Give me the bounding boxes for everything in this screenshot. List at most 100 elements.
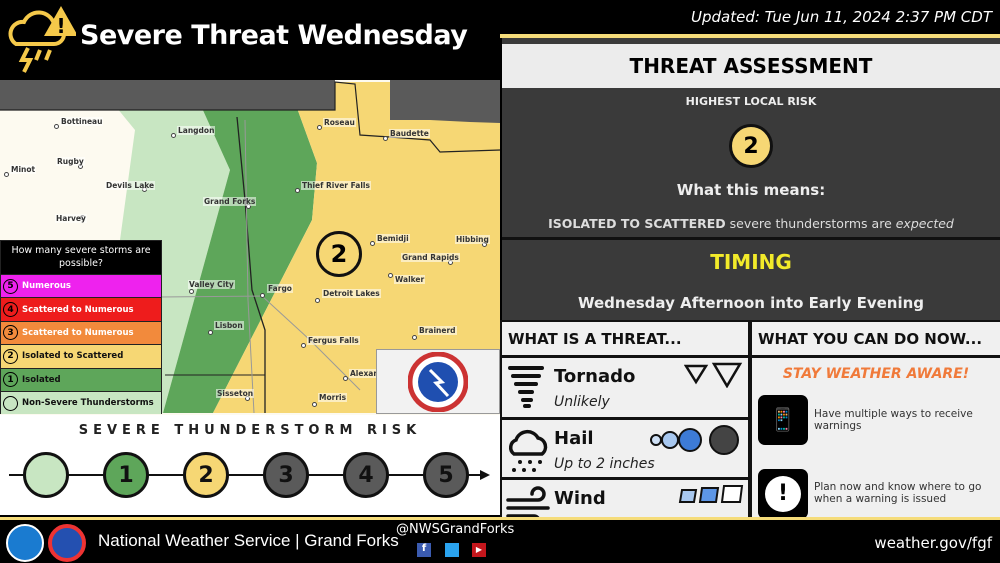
timing-title: TIMING	[710, 250, 792, 274]
magnitude-icon	[678, 484, 744, 510]
city-label: Hibbing	[455, 235, 490, 244]
city-label: Walker	[394, 275, 426, 284]
threat-name: Tornado	[554, 366, 636, 387]
risk-level-2: 2	[183, 452, 229, 498]
city-dot	[260, 293, 265, 298]
legend-label: Isolated	[22, 374, 61, 385]
svg-text:!: !	[56, 14, 65, 38]
threat-hail: Hail Up to 2 inches	[502, 420, 748, 477]
city-dot	[412, 335, 417, 340]
city-dot	[208, 330, 213, 335]
legend-label: Scattered to Numerous	[22, 327, 134, 338]
nws-logo	[376, 349, 500, 414]
noaa-logo	[6, 524, 44, 562]
magnitude-icon	[648, 424, 744, 460]
footer: National Weather Service | Grand Forks @…	[0, 517, 1000, 563]
tornado-icon	[506, 362, 546, 414]
legend-item: 3 Scattered to Numerous	[1, 320, 161, 345]
risk-scale-title: SEVERE THUNDERSTORM RISK	[78, 423, 422, 438]
timing-value: Wednesday Afternoon into Early Evening	[577, 294, 925, 312]
legend-item: 5 Numerous	[1, 274, 161, 298]
city-label: Sisseton	[216, 389, 255, 398]
legend-number: 1	[3, 372, 18, 388]
arrow-icon	[480, 470, 490, 480]
exclamation-icon: !	[758, 469, 808, 519]
city-label: Detroit Lakes	[322, 289, 381, 298]
legend-label: Scattered to Numerous	[22, 304, 134, 315]
risk-level-4: 4	[343, 452, 389, 498]
city-label: Minot	[10, 165, 37, 174]
social-handle[interactable]: @NWSGrandForks	[396, 522, 514, 537]
legend-label: Non-Severe Thunderstorms	[22, 398, 154, 409]
city-dot	[383, 136, 388, 141]
city-dot	[189, 289, 194, 294]
magnitude-icon	[683, 362, 744, 392]
assessment-title: THREAT ASSESSMENT	[502, 44, 1000, 88]
legend-number	[3, 395, 18, 411]
means-em: expected	[895, 216, 954, 231]
actions-header: WHAT YOU CAN DO NOW...	[752, 322, 1000, 355]
risk-level-1: 1	[103, 452, 149, 498]
outside-area	[390, 80, 500, 123]
map-risk-label: 2	[316, 231, 362, 277]
city-dot	[315, 298, 320, 303]
city-label: Brainerd	[418, 326, 457, 335]
legend-number: 4	[3, 302, 18, 318]
city-label: Grand Rapids	[401, 253, 460, 262]
action-text: Plan now and know where to go when a war…	[814, 481, 982, 505]
legend-item: Non-Severe Thunderstorms	[1, 390, 161, 415]
means-text: ISOLATED TO SCATTERED severe thunderstor…	[502, 216, 1000, 231]
city-label: Fargo	[267, 284, 293, 293]
city-label: Grand Forks	[203, 197, 257, 206]
youtube-icon[interactable]: ▶	[472, 543, 486, 557]
office-name: National Weather Service | Grand Forks	[98, 531, 399, 550]
city-label: Langdon	[177, 126, 216, 135]
header-icon: !	[6, 4, 78, 80]
legend-item: 2 Isolated to Scattered	[1, 344, 161, 368]
legend-item: 1 Isolated	[1, 367, 161, 391]
phone-alert-icon: 📱	[758, 395, 808, 445]
legend-number: 2	[3, 348, 18, 364]
city-label: Fergus Falls	[307, 336, 360, 345]
city-dot	[317, 125, 322, 130]
threat-name: Hail	[554, 428, 594, 449]
city-label: Thief River Falls	[301, 181, 371, 190]
legend-number: 5	[3, 278, 18, 294]
city-label: Rugby	[56, 157, 85, 166]
website-link[interactable]: weather.gov/fgf	[874, 534, 992, 552]
hail-cloud-icon	[506, 424, 550, 478]
risk-level-5: 5	[423, 452, 469, 498]
page-title: Severe Threat Wednesday	[80, 20, 468, 51]
means-label: What this means:	[676, 181, 826, 199]
action-text: Have multiple ways to receive warnings	[814, 408, 973, 432]
risk-level-0	[23, 452, 69, 498]
city-dot	[370, 241, 375, 246]
legend-label: Isolated to Scattered	[22, 351, 124, 362]
legend-title: How many severe storms are possible?	[1, 241, 161, 274]
threat-name: Wind	[554, 488, 606, 509]
legend-label: Numerous	[22, 281, 71, 292]
city-dot	[312, 402, 317, 407]
facebook-icon[interactable]: f	[417, 543, 431, 557]
threats-header: WHAT IS A THREAT...	[502, 322, 748, 355]
means-rest: severe thunderstorms are	[725, 216, 896, 231]
updated-timestamp: Updated: Tue Jun 11, 2024 2:37 PM CDT	[691, 8, 992, 26]
city-label: Bottineau	[60, 117, 104, 126]
actions-panel: STAY WEATHER AWARE! 📱 Have multiple ways…	[752, 358, 1000, 519]
threat-tornado: Tornado Unlikely	[502, 358, 748, 417]
legend-number: 3	[3, 325, 18, 341]
city-label: Bemidji	[376, 234, 410, 243]
city-label: Harvey	[55, 214, 87, 223]
threat-value: Unlikely	[554, 394, 610, 410]
threat-value: Up to 2 inches	[554, 456, 655, 472]
city-dot	[54, 124, 59, 129]
nws-logo	[48, 524, 86, 562]
city-dot	[343, 376, 348, 381]
highest-risk-label: HIGHEST LOCAL RISK	[685, 95, 817, 108]
city-dot	[171, 133, 176, 138]
risk-scale: SEVERE THUNDERSTORM RISK 12345	[0, 415, 500, 515]
means-strong: ISOLATED TO SCATTERED	[548, 216, 726, 231]
city-label: Morris	[318, 393, 348, 402]
city-label: Valley City	[188, 280, 235, 289]
twitter-icon[interactable]	[445, 543, 459, 557]
